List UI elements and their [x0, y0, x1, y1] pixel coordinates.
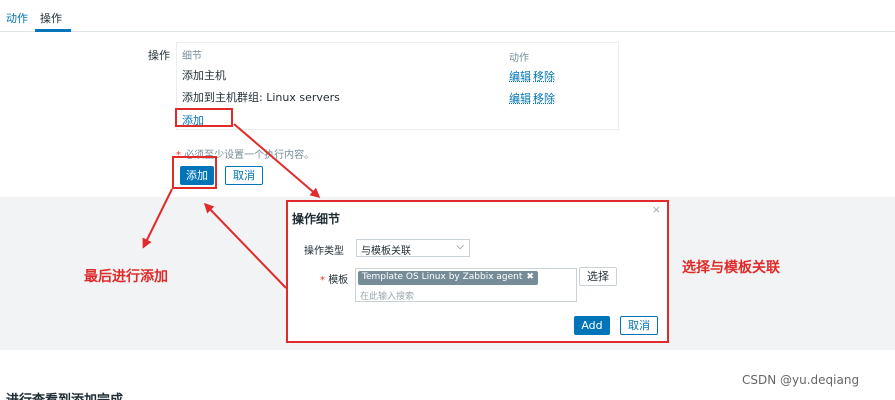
bottom-caption: 进行查看到添加完成: [6, 389, 123, 400]
watermark: CSDN @yu.deqiang: [742, 373, 860, 387]
annotation-final-add: 最后进行添加: [84, 269, 168, 285]
annotation-arrows: [142, 123, 321, 289]
annotation-link-template: 选择与模板关联: [682, 260, 780, 276]
arrow-add-to-dialog: [233, 123, 321, 198]
arrow-add-button-down: [142, 188, 173, 249]
arrow-dialog-to-add: [203, 202, 287, 289]
